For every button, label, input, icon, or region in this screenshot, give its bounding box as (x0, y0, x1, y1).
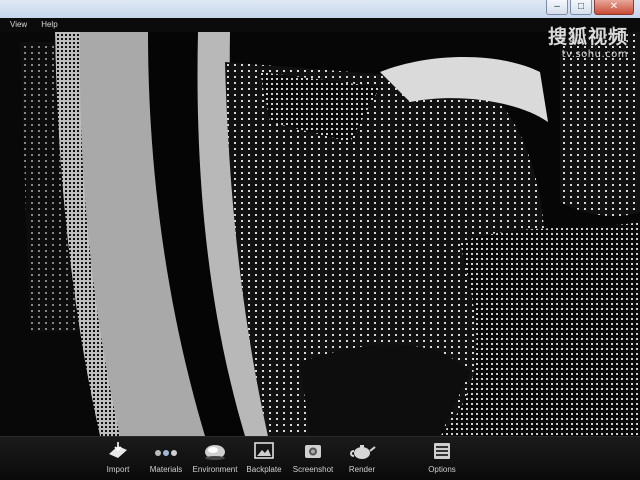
teapot-icon (332, 440, 392, 462)
watermark-url: tv.sohu.com (561, 49, 628, 60)
watermark: 搜狐视频 tv.sohu.com (548, 22, 628, 60)
render-label: Render (348, 465, 376, 474)
bottom-toolbar: Import Materials Environment Backplate S… (0, 436, 640, 480)
render-button[interactable]: Render (332, 440, 392, 476)
menu-bar: View Help (0, 18, 640, 32)
options-button[interactable]: Options (412, 440, 472, 476)
render-viewport[interactable] (0, 32, 640, 436)
menu-view[interactable]: View (10, 18, 27, 32)
menu-help[interactable]: Help (41, 18, 57, 32)
window-controls: – □ ✕ (546, 0, 634, 16)
title-bar: – □ ✕ (0, 0, 640, 18)
minimize-button[interactable]: – (546, 0, 568, 15)
options-label: Options (428, 465, 456, 474)
render-scene (0, 32, 640, 436)
maximize-button[interactable]: □ (570, 0, 592, 15)
options-icon (412, 440, 472, 462)
watermark-logo: 搜狐视频 (547, 26, 628, 48)
close-button[interactable]: ✕ (594, 0, 634, 15)
